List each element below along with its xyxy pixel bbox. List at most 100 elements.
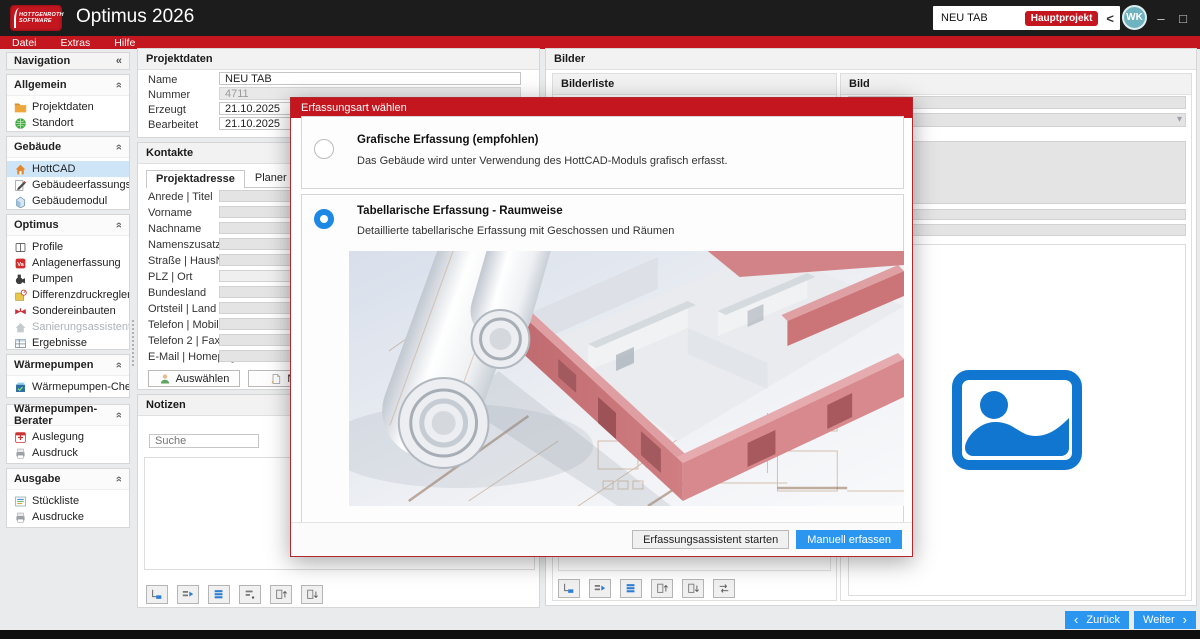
tree-collapse-button[interactable] [558,579,580,598]
section-waermepumpen-berater: Wärmepumpen-Berater » Auslegung Ausdruck [6,404,130,464]
move-down-button[interactable] [682,579,704,598]
k-label-9: Telefon 2 | Fax [148,335,220,347]
manuell-erfassen-button[interactable]: Manuell erfassen [796,530,902,549]
sidebar-item-ausdruck[interactable]: Ausdruck [7,445,129,461]
sidebar-splitter[interactable] [131,320,134,366]
user-avatar[interactable]: WK [1122,5,1147,30]
sidebar-item-standort[interactable]: Standort [7,115,129,131]
project-badge: Hauptprojekt [1025,11,1099,26]
tab-planer[interactable]: Planer [245,169,297,187]
section-label: Wärmepumpen [14,359,93,371]
sidebar-item-sondereinbauten[interactable]: Sondereinbauten [7,303,129,319]
pump-icon [14,273,27,286]
tab-projektadresse[interactable]: Projektadresse [146,170,245,188]
regulator-icon [14,289,27,302]
add-rows-button[interactable] [620,579,642,598]
app-window: HOTTGENROTH SOFTWARE Optimus 2026 NEU TA… [0,0,1200,639]
maximize-button[interactable]: □ [1172,0,1194,36]
radio-tabellarische-erfassung[interactable] [314,209,334,229]
tree-collapse-button[interactable] [146,585,168,604]
item-label: Ausdruck [32,447,78,459]
collapse-section-icon[interactable]: » [113,476,125,482]
section-ausgabe-header[interactable]: Ausgabe » [7,469,129,490]
section-waermepumpen: Wärmepumpen » Wärmepumpen-Check [6,354,130,398]
section-optimus-header[interactable]: Optimus » [7,215,129,236]
item-label: Profile [32,241,63,253]
swap-button[interactable] [713,579,735,598]
insert-right-button[interactable] [177,585,199,604]
section-waermepumpen-berater-header[interactable]: Wärmepumpen-Berater » [7,405,129,426]
sidebar-item-projektdaten[interactable]: Projektdaten [7,99,129,115]
menu-datei[interactable]: Datei [0,36,49,49]
section-waermepumpen-header[interactable]: Wärmepumpen » [7,355,129,376]
item-label: Projektdaten [32,101,94,113]
collapse-section-icon[interactable]: » [113,412,125,418]
item-label: HottCAD [32,163,75,175]
sidebar-item-pumpen[interactable]: Pumpen [7,271,129,287]
radio-grafische-erfassung[interactable] [314,139,334,159]
printer-icon [14,511,27,524]
sidebar-item-auslegung[interactable]: Auslegung [7,429,129,445]
pencil-icon [14,179,27,192]
close-button[interactable]: × [1194,0,1200,36]
item-label: Stückliste [32,495,79,507]
row-options-button[interactable] [239,585,261,604]
bottom-bar [0,630,1200,639]
zurueck-button[interactable]: ‹ Zurück [1065,611,1129,629]
collapse-section-icon[interactable]: » [113,362,125,368]
sidebar-item-waermepumpen-check[interactable]: Wärmepumpen-Check [7,379,129,395]
add-rows-button[interactable] [208,585,230,604]
move-down-button[interactable] [301,585,323,604]
item-label: Ergebnisse [32,337,87,349]
weiter-label: Weiter [1143,614,1175,626]
item-label: Pumpen [32,273,73,285]
hottgenroth-logo: HOTTGENROTH SOFTWARE [10,5,62,31]
section-gebaeude-header[interactable]: Gebäude » [7,137,129,158]
section-label: Gebäude [14,141,61,153]
building-icon [14,195,27,208]
sidebar-item-profile[interactable]: Profile [7,239,129,255]
move-up-button[interactable] [651,579,673,598]
svg-text:Va: Va [17,261,24,267]
sidebar-item-gebaeudeerfassungsassistent[interactable]: Gebäudeerfassungsas... [7,177,129,193]
item-label: Sondereinbauten [32,305,116,317]
move-up-button[interactable] [270,585,292,604]
collapse-section-icon[interactable]: » [113,82,125,88]
weiter-button[interactable]: Weiter › [1134,611,1196,629]
sidebar-item-hottcad[interactable]: HottCAD [7,161,129,177]
sidebar-item-ergebnisse[interactable]: Ergebnisse [7,335,129,351]
erfassungsassistent-starten-button[interactable]: Erfassungsassistent starten [632,530,789,549]
logo-line2: SOFTWARE [19,18,62,24]
field-label-name: Name [148,74,177,86]
tab-scroll-left-icon[interactable]: < [1104,11,1116,26]
collapse-section-icon[interactable]: » [113,222,125,228]
name-input[interactable] [219,72,521,85]
minimize-button[interactable]: – [1150,0,1172,36]
menu-extras[interactable]: Extras [49,36,103,49]
section-label: Wärmepumpen-Berater [14,403,116,427]
k-label-2: Nachname [148,223,201,235]
sidebar-item-differenzdruckregler[interactable]: Differenzdruckregler [7,287,129,303]
zurueck-label: Zurück [1086,614,1120,626]
section-allgemein-header[interactable]: Allgemein » [7,75,129,96]
section-label: Optimus [14,219,59,231]
dialog-title-bar[interactable]: Erfassungsart wählen [291,98,912,118]
sidebar-collapse-icon[interactable]: « [116,55,122,67]
k-label-1: Vorname [148,207,192,219]
notizen-search-input[interactable] [149,434,259,448]
sidebar-item-ausdrucke[interactable]: Ausdrucke [7,509,129,525]
bilder-header: Bilder [546,49,1196,70]
option-tabellarische-erfassung[interactable]: Tabellarische Erfassung - Raumweise Deta… [301,194,904,524]
field-label-bearbeitet: Bearbeitet [148,119,198,131]
sidebar-item-anlagenerfassung[interactable]: Va Anlagenerfassung [7,255,129,271]
auswaehlen-button[interactable]: Auswählen [148,370,240,387]
collapse-section-icon[interactable]: » [113,144,125,150]
insert-right-button[interactable] [589,579,611,598]
project-tab[interactable]: NEU TAB Hauptprojekt < [933,6,1120,30]
option-grafische-erfassung[interactable]: Grafische Erfassung (empfohlen) Das Gebä… [301,116,904,189]
sidebar-item-gebaeudemodul[interactable]: Gebäudemodul [7,193,129,209]
heatpump-icon [14,381,27,394]
house-icon [14,163,27,176]
sidebar-item-stueckliste[interactable]: Stückliste [7,493,129,509]
anlagen-icon: Va [14,257,27,270]
